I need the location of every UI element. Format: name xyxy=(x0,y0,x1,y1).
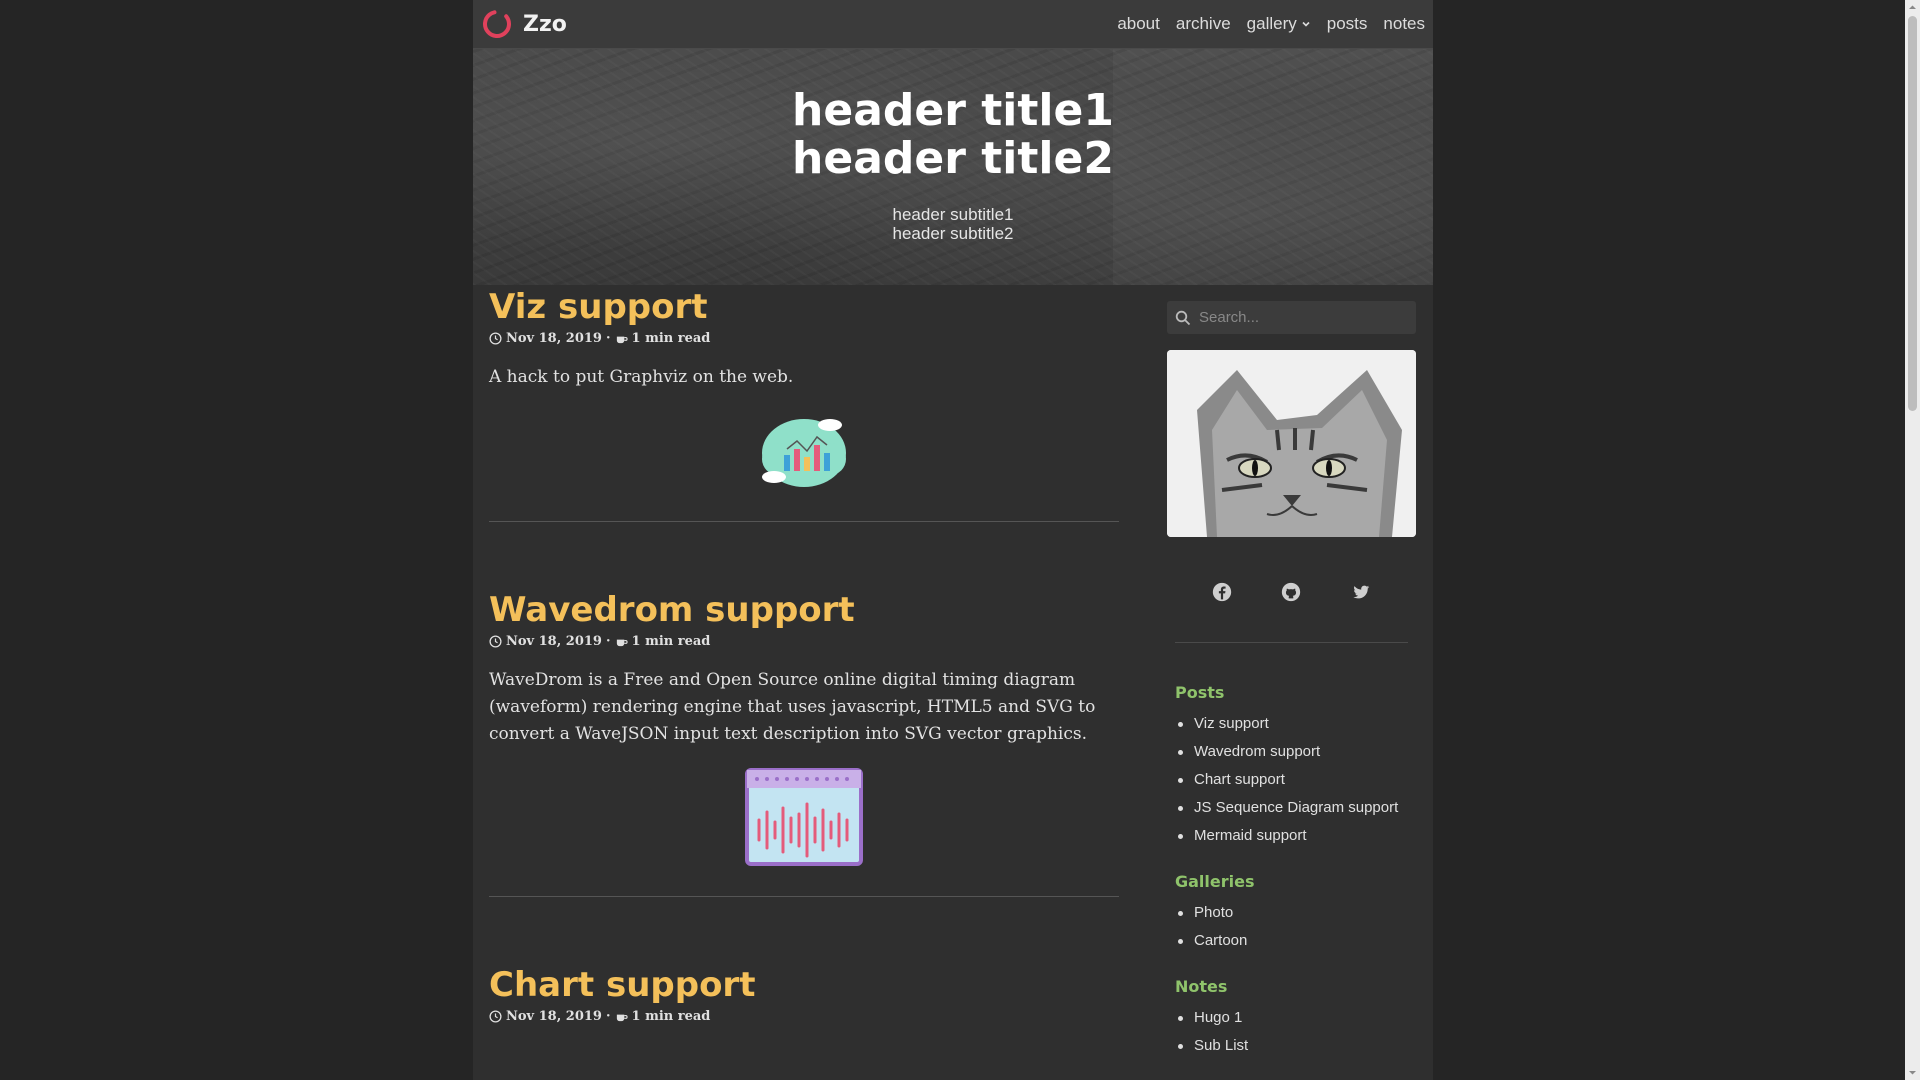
cloud-chart-icon xyxy=(762,419,846,487)
sidebar-list-notes: Hugo 1 Sub List xyxy=(1175,1004,1416,1060)
post-thumbnail[interactable] xyxy=(489,768,1119,866)
nav-archive[interactable]: archive xyxy=(1176,14,1231,34)
post-list: Viz support Nov 18, 2019 · 1 min read A … xyxy=(489,285,1119,1024)
page: Zzo about archive gallery posts notes he… xyxy=(473,0,1433,1080)
twitter-link[interactable] xyxy=(1350,581,1372,608)
hero-title-2: header title2 xyxy=(792,133,1114,184)
sidebar-item[interactable]: Hugo 1 xyxy=(1175,1004,1416,1032)
post-read-time: 1 min read xyxy=(631,1009,711,1024)
sidebar-item[interactable]: Photo xyxy=(1175,899,1416,927)
zzo-logo-icon xyxy=(483,10,511,38)
meta-separator: · xyxy=(605,634,611,649)
search-icon xyxy=(1175,310,1191,325)
navbar: Zzo about archive gallery posts notes xyxy=(473,0,1433,49)
search-box xyxy=(1167,301,1416,334)
post-divider xyxy=(489,521,1119,522)
clock-icon xyxy=(489,332,502,345)
post-summary: A hack to put Graphviz on the web. xyxy=(489,367,794,387)
sidebar-item[interactable]: Cartoon xyxy=(1175,927,1416,955)
post-card: Viz support Nov 18, 2019 · 1 min read A … xyxy=(489,285,1119,522)
nav-menu: about archive gallery posts notes xyxy=(1117,14,1425,34)
sidebar-item[interactable]: JS Sequence Diagram support xyxy=(1175,794,1416,822)
post-card: Wavedrom support Nov 18, 2019 · 1 min re… xyxy=(489,588,1119,897)
coffee-icon xyxy=(616,336,628,344)
post-card: Chart support Nov 18, 2019 · 1 min read xyxy=(489,963,1119,1024)
post-read-time: 1 min read xyxy=(631,634,711,649)
coffee-icon xyxy=(616,1014,628,1022)
post-meta: Nov 18, 2019 · 1 min read xyxy=(489,331,1119,346)
sidebar-cat-photo xyxy=(1167,350,1416,537)
post-date: Nov 18, 2019 xyxy=(506,1009,602,1024)
clock-icon xyxy=(489,635,502,648)
hero-titles: header title1 header title2 xyxy=(473,87,1433,183)
post-read-time: 1 min read xyxy=(631,331,711,346)
social-links xyxy=(1167,581,1416,608)
page-scrollbar[interactable] xyxy=(1905,0,1920,1080)
clock-icon xyxy=(489,1010,502,1023)
sidebar-item[interactable]: Wavedrom support xyxy=(1175,738,1416,766)
nav-gallery-label: gallery xyxy=(1246,14,1297,33)
sidebar-heading-posts[interactable]: Posts xyxy=(1175,683,1416,702)
post-title-link[interactable]: Chart support xyxy=(489,965,755,1005)
hero-title-1: header title1 xyxy=(792,85,1114,136)
hero-header: header title1 header title2 header subti… xyxy=(473,49,1433,285)
sidebar-list-galleries: Photo Cartoon xyxy=(1175,899,1416,955)
scroll-up-arrow-icon[interactable] xyxy=(1908,3,1917,12)
coffee-icon xyxy=(616,639,628,647)
post-meta: Nov 18, 2019 · 1 min read xyxy=(489,634,1119,649)
hero-subtitle-2: header subtitle2 xyxy=(892,224,1014,243)
sidebar-item[interactable]: Chart support xyxy=(1175,766,1416,794)
post-date: Nov 18, 2019 xyxy=(506,634,602,649)
cat-photo-illustration xyxy=(1167,350,1416,537)
hero-subtitle-1: header subtitle1 xyxy=(892,205,1014,224)
post-meta: Nov 18, 2019 · 1 min read xyxy=(489,1009,1119,1024)
meta-separator: · xyxy=(605,1009,611,1024)
twitter-icon xyxy=(1353,585,1370,599)
github-icon xyxy=(1282,582,1301,602)
sidebar-item[interactable]: Mermaid support xyxy=(1175,822,1416,850)
facebook-link[interactable] xyxy=(1211,581,1233,608)
facebook-icon xyxy=(1212,582,1231,602)
hero-subtitles: header subtitle1 header subtitle2 xyxy=(473,205,1433,243)
meta-separator: · xyxy=(605,331,611,346)
search-input[interactable] xyxy=(1199,309,1399,326)
chevron-down-icon xyxy=(1302,21,1310,27)
sidebar-item[interactable]: Viz support xyxy=(1175,710,1416,738)
post-thumbnail[interactable] xyxy=(489,411,1119,491)
post-title-link[interactable]: Wavedrom support xyxy=(489,590,855,630)
post-date: Nov 18, 2019 xyxy=(506,331,602,346)
github-link[interactable] xyxy=(1280,581,1302,608)
sidebar-divider xyxy=(1175,642,1408,643)
sidebar-heading-galleries[interactable]: Galleries xyxy=(1175,872,1416,891)
nav-posts[interactable]: posts xyxy=(1327,14,1368,34)
scroll-thumb[interactable] xyxy=(1908,16,1917,411)
sidebar-sections: Posts Viz support Wavedrom support Chart… xyxy=(1167,683,1416,1060)
post-summary: WaveDrom is a Free and Open Source onlin… xyxy=(489,670,1096,744)
scroll-down-arrow-icon[interactable] xyxy=(1908,1068,1917,1077)
sidebar-heading-notes[interactable]: Notes xyxy=(1175,977,1416,996)
post-title-link[interactable]: Viz support xyxy=(489,287,708,327)
sidebar-item[interactable]: Sub List xyxy=(1175,1032,1416,1060)
waveform-icon xyxy=(745,768,863,866)
post-divider xyxy=(489,896,1119,897)
sidebar: Posts Viz support Wavedrom support Chart… xyxy=(1167,301,1416,1080)
sidebar-list-posts: Viz support Wavedrom support Chart suppo… xyxy=(1175,710,1416,850)
nav-gallery[interactable]: gallery xyxy=(1247,14,1311,34)
nav-about[interactable]: about xyxy=(1117,14,1160,34)
brand-link[interactable]: Zzo xyxy=(481,8,567,40)
nav-notes[interactable]: notes xyxy=(1383,14,1425,34)
brand-name: Zzo xyxy=(523,11,567,37)
